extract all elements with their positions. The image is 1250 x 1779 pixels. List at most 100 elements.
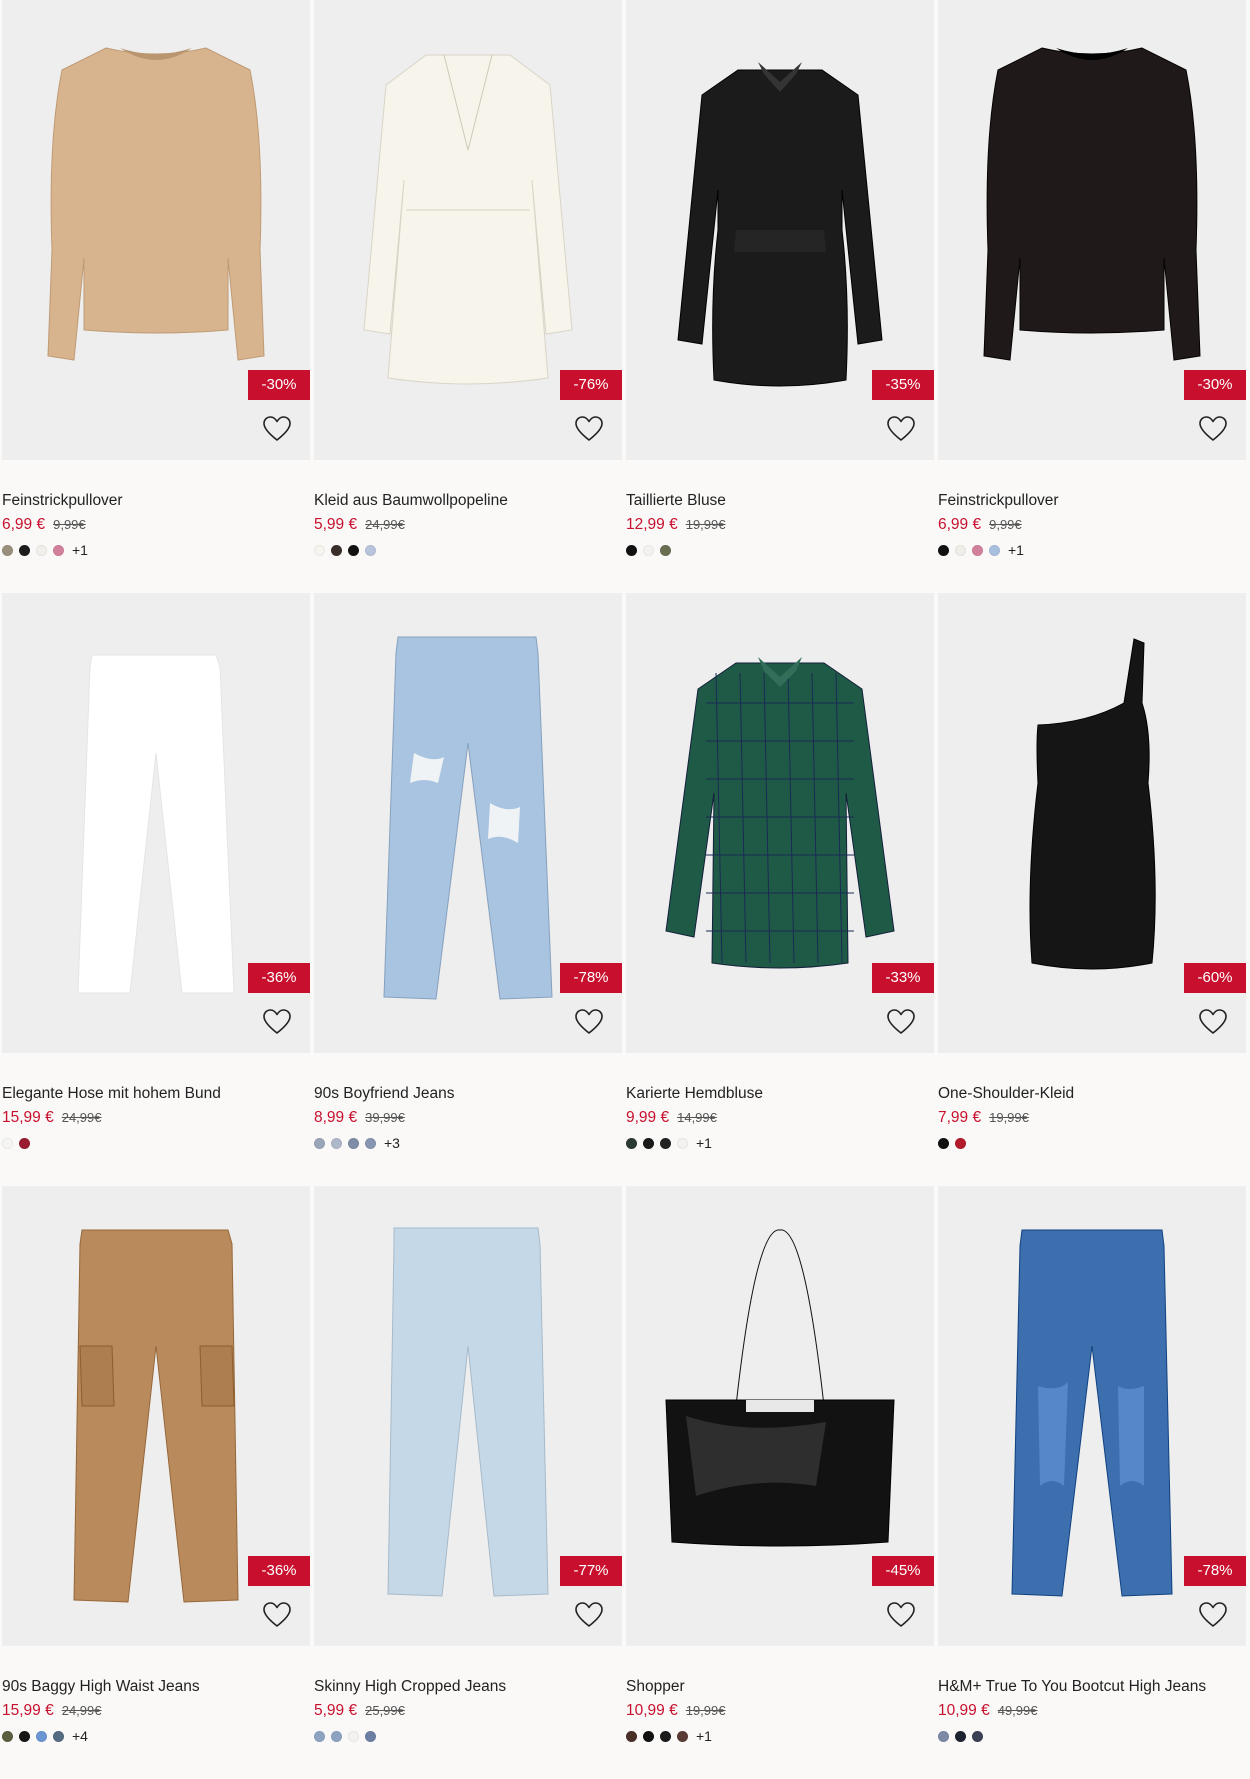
product-image[interactable]: -33% bbox=[626, 593, 934, 1053]
color-swatch[interactable] bbox=[53, 1730, 64, 1742]
product-title[interactable]: One-Shoulder-Kleid bbox=[938, 1083, 1246, 1105]
favorite-heart-icon[interactable] bbox=[886, 1600, 916, 1630]
original-price: 49,99€ bbox=[997, 1703, 1038, 1718]
color-swatch[interactable] bbox=[955, 1137, 966, 1149]
original-price: 24,99€ bbox=[61, 1110, 102, 1125]
color-swatch[interactable] bbox=[19, 544, 30, 556]
product-title[interactable]: Karierte Hemdbluse bbox=[626, 1083, 934, 1105]
product-card[interactable]: -60% One-Shoulder-Kleid 7,99 € 19,99€ bbox=[938, 593, 1246, 1186]
product-title[interactable]: Kleid aus Baumwollpopeline bbox=[314, 490, 622, 512]
color-swatch[interactable] bbox=[955, 544, 966, 556]
color-swatch[interactable] bbox=[331, 1730, 342, 1742]
color-swatch[interactable] bbox=[643, 1730, 654, 1742]
product-card[interactable]: -77% Skinny High Cropped Jeans 5,99 € 25,… bbox=[314, 1186, 622, 1779]
favorite-heart-icon[interactable] bbox=[262, 414, 292, 444]
color-swatch[interactable] bbox=[314, 1137, 325, 1149]
favorite-heart-icon[interactable] bbox=[1198, 414, 1228, 444]
color-swatch[interactable] bbox=[314, 544, 325, 556]
color-swatch[interactable] bbox=[626, 1137, 637, 1149]
product-info: Karierte Hemdbluse 9,99 € 14,99€ +1 bbox=[626, 1053, 934, 1155]
product-image[interactable]: -30% bbox=[2, 0, 310, 460]
discount-badge: -36% bbox=[248, 963, 310, 993]
product-image[interactable]: -45% bbox=[626, 1186, 934, 1646]
color-swatch[interactable] bbox=[643, 1137, 654, 1149]
product-card[interactable]: -35% Taillierte Bluse 12,99 € 19,99€ bbox=[626, 0, 934, 593]
color-swatch[interactable] bbox=[2, 1137, 13, 1149]
product-grid: -30% Feinstrickpullover 6,99 € 9,99€ +1 -… bbox=[0, 0, 1250, 1779]
favorite-heart-icon[interactable] bbox=[262, 1600, 292, 1630]
color-swatch[interactable] bbox=[643, 544, 654, 556]
original-price: 19,99€ bbox=[989, 1110, 1029, 1125]
product-image[interactable]: -77% bbox=[314, 1186, 622, 1646]
color-swatch[interactable] bbox=[365, 1730, 376, 1742]
product-title[interactable]: 90s Boyfriend Jeans bbox=[314, 1083, 622, 1105]
color-swatch[interactable] bbox=[365, 544, 376, 556]
product-title[interactable]: 90s Baggy High Waist Jeans bbox=[2, 1676, 310, 1698]
color-swatch[interactable] bbox=[626, 1730, 637, 1742]
favorite-heart-icon[interactable] bbox=[574, 1007, 604, 1037]
color-swatch[interactable] bbox=[972, 1730, 983, 1742]
product-card[interactable]: -36% Elegante Hose mit hohem Bund 15,99 … bbox=[2, 593, 310, 1186]
color-swatch[interactable] bbox=[660, 1730, 671, 1742]
favorite-heart-icon[interactable] bbox=[574, 414, 604, 444]
product-image[interactable]: -78% bbox=[938, 1186, 1246, 1646]
product-info: 90s Boyfriend Jeans 8,99 € 39,99€ +3 bbox=[314, 1053, 622, 1155]
product-card[interactable]: -76% Kleid aus Baumwollpopeline 5,99 € 24… bbox=[314, 0, 622, 593]
color-swatch[interactable] bbox=[660, 1137, 671, 1149]
color-swatch[interactable] bbox=[365, 1137, 376, 1149]
color-swatch[interactable] bbox=[19, 1730, 30, 1742]
product-image[interactable]: -30% bbox=[938, 0, 1246, 460]
color-swatch[interactable] bbox=[938, 544, 949, 556]
color-swatch[interactable] bbox=[2, 544, 13, 556]
favorite-heart-icon[interactable] bbox=[1198, 1600, 1228, 1630]
color-swatch[interactable] bbox=[348, 544, 359, 556]
color-swatch[interactable] bbox=[938, 1730, 949, 1742]
product-card[interactable]: -45% Shopper 10,99 € 19,99€ +1 bbox=[626, 1186, 934, 1779]
favorite-heart-icon[interactable] bbox=[1198, 1007, 1228, 1037]
color-swatch[interactable] bbox=[314, 1730, 325, 1742]
product-image[interactable]: -35% bbox=[626, 0, 934, 460]
color-swatch[interactable] bbox=[19, 1137, 30, 1149]
color-swatch[interactable] bbox=[348, 1730, 359, 1742]
product-title[interactable]: Skinny High Cropped Jeans bbox=[314, 1676, 622, 1698]
original-price: 19,99€ bbox=[685, 517, 726, 532]
favorite-heart-icon[interactable] bbox=[574, 1600, 604, 1630]
color-swatch[interactable] bbox=[2, 1730, 13, 1742]
color-swatch[interactable] bbox=[938, 1137, 949, 1149]
product-image[interactable]: -36% bbox=[2, 1186, 310, 1646]
favorite-heart-icon[interactable] bbox=[886, 414, 916, 444]
product-image[interactable]: -76% bbox=[314, 0, 622, 460]
product-title[interactable]: H&M+ True To You Bootcut High Jeans bbox=[938, 1676, 1246, 1698]
product-card[interactable]: -30% Feinstrickpullover 6,99 € 9,99€ +1 bbox=[938, 0, 1246, 593]
product-card[interactable]: -78% 90s Boyfriend Jeans 8,99 € 39,99€ +3 bbox=[314, 593, 622, 1186]
color-swatch[interactable] bbox=[36, 1730, 47, 1742]
favorite-heart-icon[interactable] bbox=[886, 1007, 916, 1037]
color-swatch[interactable] bbox=[677, 1730, 688, 1742]
product-card[interactable]: -30% Feinstrickpullover 6,99 € 9,99€ +1 bbox=[2, 0, 310, 593]
product-title[interactable]: Taillierte Bluse bbox=[626, 490, 934, 512]
product-title[interactable]: Feinstrickpullover bbox=[2, 490, 310, 512]
product-image[interactable]: -60% bbox=[938, 593, 1246, 1053]
color-swatch[interactable] bbox=[331, 544, 342, 556]
color-swatch[interactable] bbox=[36, 544, 47, 556]
color-swatch[interactable] bbox=[972, 544, 983, 556]
product-image[interactable]: -78% bbox=[314, 593, 622, 1053]
product-card[interactable]: -33% Karierte Hemdbluse 9,99 € 14,99€ +1 bbox=[626, 593, 934, 1186]
color-swatch[interactable] bbox=[53, 544, 64, 556]
price-row: 12,99 € 19,99€ bbox=[626, 512, 934, 538]
color-swatch[interactable] bbox=[331, 1137, 342, 1149]
product-card[interactable]: -36% 90s Baggy High Waist Jeans 15,99 € 2… bbox=[2, 1186, 310, 1779]
color-swatch[interactable] bbox=[989, 544, 1000, 556]
color-swatch[interactable] bbox=[955, 1730, 966, 1742]
color-swatch[interactable] bbox=[660, 544, 671, 556]
favorite-heart-icon[interactable] bbox=[262, 1007, 292, 1037]
original-price: 14,99€ bbox=[677, 1110, 717, 1125]
product-image[interactable]: -36% bbox=[2, 593, 310, 1053]
product-title[interactable]: Feinstrickpullover bbox=[938, 490, 1246, 512]
product-card[interactable]: -78% H&M+ True To You Bootcut High Jeans… bbox=[938, 1186, 1246, 1779]
color-swatch[interactable] bbox=[626, 544, 637, 556]
product-title[interactable]: Shopper bbox=[626, 1676, 934, 1698]
product-title[interactable]: Elegante Hose mit hohem Bund bbox=[2, 1083, 310, 1105]
color-swatch[interactable] bbox=[677, 1137, 688, 1149]
color-swatch[interactable] bbox=[348, 1137, 359, 1149]
